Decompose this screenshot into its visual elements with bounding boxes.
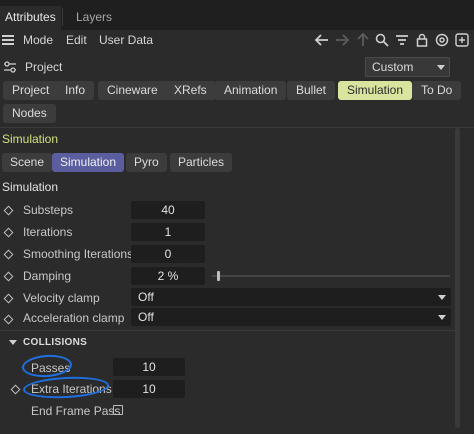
arrow-left-icon[interactable] (314, 32, 330, 48)
scrollbar[interactable] (455, 128, 460, 428)
chevron-down-icon (437, 65, 445, 70)
tab-cineware[interactable]: Cineware (98, 81, 167, 100)
filter-icon[interactable] (394, 32, 410, 48)
end-frame-pass-label: End Frame Pass (31, 404, 121, 418)
menu-mode[interactable]: Mode (23, 33, 53, 47)
search-icon[interactable] (374, 32, 390, 48)
velocity-clamp-select[interactable]: Off (131, 288, 451, 306)
velocity-clamp-label: Velocity clamp (23, 291, 100, 305)
tab-todo[interactable]: To Do (412, 81, 462, 100)
annotation-circle (22, 374, 110, 401)
hamburger-menu-icon[interactable] (2, 35, 14, 45)
subtab-simulation[interactable]: Simulation (52, 153, 125, 172)
arrow-up-icon[interactable] (355, 32, 371, 48)
iterations-label: Iterations (23, 225, 73, 239)
menu-edit[interactable]: Edit (66, 33, 87, 47)
keyframe-diamond-icon[interactable] (3, 227, 14, 238)
keyframe-diamond-icon[interactable] (3, 293, 14, 304)
acceleration-clamp-value: Off (138, 310, 154, 324)
substeps-field[interactable]: 40 (131, 201, 205, 219)
keyframe-diamond-icon[interactable] (3, 271, 14, 282)
keyframe-diamond-icon[interactable] (10, 384, 21, 395)
acceleration-clamp-select[interactable]: Off (131, 308, 451, 326)
chevron-down-icon (438, 315, 446, 320)
tab-bullet[interactable]: Bullet (287, 81, 336, 100)
arrow-right-icon[interactable] (334, 32, 350, 48)
subtab-scene[interactable]: Scene (2, 153, 53, 172)
preset-value: Custom (372, 60, 414, 74)
subtab-pyro[interactable]: Pyro (126, 153, 167, 172)
keyframe-diamond-icon[interactable] (3, 205, 14, 216)
tab-nodes[interactable]: Nodes (3, 104, 56, 123)
group-divider (0, 330, 455, 331)
damping-slider-handle[interactable] (216, 271, 220, 281)
tab-layers[interactable]: Layers (71, 6, 117, 30)
sliders-icon (3, 60, 17, 74)
iterations-field[interactable]: 1 (131, 223, 205, 241)
damping-label: Damping (23, 269, 72, 283)
keyframe-diamond-icon[interactable] (3, 314, 14, 325)
group-title: Simulation (2, 180, 59, 194)
lock-icon[interactable] (414, 32, 430, 48)
preset-dropdown[interactable]: Custom (365, 57, 450, 77)
substeps-label: Substeps (23, 203, 74, 217)
acceleration-clamp-label: Acceleration clamp (23, 311, 125, 325)
subtab-particles[interactable]: Particles (170, 153, 233, 172)
section-divider (0, 127, 474, 128)
keyframe-diamond-icon[interactable] (3, 249, 14, 260)
tab-animation[interactable]: Animation (215, 81, 287, 100)
tab-attributes[interactable]: Attributes (0, 6, 61, 30)
menu-user-data[interactable]: User Data (99, 33, 153, 47)
tab-xrefs[interactable]: XRefs (165, 81, 216, 100)
damping-slider-track[interactable] (212, 275, 450, 277)
chevron-down-icon (438, 295, 446, 300)
add-panel-icon[interactable] (454, 32, 470, 48)
panel-tab-bar: Attributes Layers (0, 0, 474, 30)
damping-field[interactable]: 2 % (131, 267, 205, 285)
tab-simulation[interactable]: Simulation (338, 81, 413, 100)
smoothing-iterations-field[interactable]: 0 (131, 245, 205, 263)
tab-divider (62, 8, 63, 26)
tab-project[interactable]: Project (3, 81, 59, 100)
extra-iterations-field[interactable]: 10 (113, 380, 185, 398)
passes-field[interactable]: 10 (113, 358, 185, 376)
collisions-title[interactable]: COLLISIONS (23, 337, 87, 348)
velocity-clamp-value: Off (138, 290, 154, 304)
end-frame-pass-checkbox[interactable] (113, 405, 123, 415)
menu-bar: Mode Edit User Data (0, 30, 474, 52)
tab-info[interactable]: Info (56, 81, 95, 100)
smoothing-iterations-label: Smoothing Iterations (23, 247, 134, 261)
project-label: Project (25, 60, 63, 74)
target-icon[interactable] (434, 32, 450, 48)
project-row: Project Custom (0, 54, 474, 80)
collapse-chevron-icon[interactable] (9, 340, 17, 345)
section-title: Simulation (2, 132, 59, 146)
